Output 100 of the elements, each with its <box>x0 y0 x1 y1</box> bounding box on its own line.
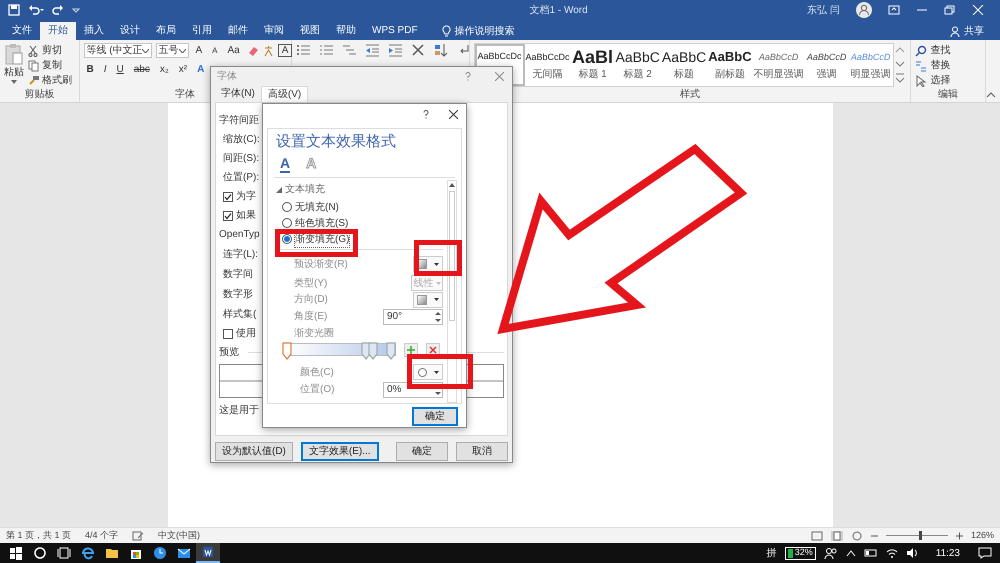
word-icon[interactable] <box>200 544 216 560</box>
checkbox-label[interactable]: 使用 <box>236 326 256 341</box>
ribbon-tab[interactable]: 审阅 <box>256 22 292 40</box>
style-item[interactable]: AaBbCcDc 无间隔 <box>524 44 571 86</box>
pane-tab[interactable]: A <box>280 155 290 173</box>
checkbox[interactable] <box>223 192 233 202</box>
caret-icon[interactable] <box>11 80 17 84</box>
lightbulb-icon[interactable] <box>442 24 451 38</box>
dialog-tab[interactable]: 高级(V) <box>260 86 308 102</box>
undo-icon[interactable] <box>28 4 44 16</box>
clipboard-icon[interactable] <box>5 43 23 65</box>
ribbon-tab[interactable]: 视图 <box>292 22 328 40</box>
clock-icon[interactable] <box>152 545 168 561</box>
format-button[interactable]: U <box>114 62 127 77</box>
ribbon-tab[interactable]: 引用 <box>184 22 220 40</box>
language-indicator[interactable]: 中文(中国) <box>158 528 200 542</box>
caret-icon[interactable] <box>142 48 148 52</box>
notification-icon[interactable] <box>978 547 992 559</box>
share-button[interactable]: 共享 <box>964 24 984 38</box>
eraser-icon[interactable] <box>246 44 259 56</box>
caret-icon[interactable] <box>178 48 186 52</box>
ribbon-tab[interactable]: 文件 <box>4 22 40 40</box>
style-item[interactable]: AaBbCcD 不明显强调 <box>752 44 805 86</box>
ok-button[interactable]: 确定 <box>412 407 458 426</box>
cursor-icon[interactable] <box>915 74 928 86</box>
numbering-icon[interactable] <box>318 43 334 57</box>
zoom-slider[interactable] <box>886 531 948 540</box>
input-method-indicator[interactable]: 拼 <box>766 546 777 560</box>
battery-indicator[interactable]: 32% <box>784 546 816 560</box>
read-mode-icon[interactable] <box>810 530 823 540</box>
search-icon[interactable] <box>32 545 48 561</box>
search-icon[interactable] <box>915 44 928 56</box>
scrollbar[interactable] <box>447 180 457 403</box>
format-button[interactable]: x₂ <box>156 62 172 77</box>
ribbon-tab[interactable]: WPS PDF <box>364 22 426 40</box>
radio-label[interactable]: 无填充(N) <box>295 200 339 214</box>
dialog-tab[interactable]: 字体(N) <box>215 86 261 102</box>
chevron-up-icon[interactable] <box>846 549 856 557</box>
volume-icon[interactable] <box>906 547 918 559</box>
radio-button[interactable] <box>282 234 292 244</box>
caret-icon[interactable] <box>434 262 439 266</box>
dialog-button[interactable]: 设为默认值(D) <box>215 442 293 461</box>
style-item[interactable]: AaBbCcD 强调 <box>804 44 849 86</box>
ribbon-tab[interactable]: 开始 <box>40 22 76 40</box>
help-icon[interactable] <box>423 110 429 118</box>
style-item[interactable]: AaBbC 标题 <box>660 44 708 86</box>
web-layout-icon[interactable] <box>850 530 863 540</box>
radio-label[interactable]: 纯色填充(S) <box>295 216 348 230</box>
ribbon-tab[interactable]: 设计 <box>112 22 148 40</box>
ribbon-tab[interactable]: 插入 <box>76 22 112 40</box>
word-count[interactable]: 4/4 个字 <box>85 528 118 542</box>
print-layout-icon[interactable] <box>830 530 843 540</box>
start-icon[interactable] <box>8 545 24 561</box>
clipboard-action[interactable]: 复制 <box>42 58 62 73</box>
change-case-button[interactable]: Aa <box>224 43 243 58</box>
task-view-icon[interactable] <box>56 545 72 561</box>
format-button[interactable]: abc <box>130 62 153 77</box>
proofing-icon[interactable] <box>132 530 144 540</box>
format-button[interactable]: x² <box>176 62 190 77</box>
checkbox[interactable] <box>223 210 233 220</box>
checkbox-label[interactable]: 为字 <box>236 189 256 204</box>
ribbon-tab[interactable]: 帮助 <box>328 22 364 40</box>
checkbox-label[interactable]: 如果 <box>236 208 256 223</box>
avatar-icon[interactable] <box>856 2 872 18</box>
tell-me-search[interactable]: 操作说明搜索 <box>454 24 515 38</box>
editing-action[interactable]: 选择 <box>930 73 950 88</box>
style-item[interactable]: AaBl 标题 1 <box>570 44 615 86</box>
radio-button[interactable] <box>282 218 292 228</box>
ribbon-tab[interactable]: 布局 <box>148 22 184 40</box>
close-icon[interactable] <box>449 110 458 118</box>
redo-icon[interactable] <box>52 4 64 16</box>
increase-indent-icon[interactable] <box>388 43 402 57</box>
add-stop-icon[interactable] <box>404 343 418 357</box>
spinner-arrows-icon[interactable] <box>434 310 442 324</box>
zoom-level[interactable]: 126% <box>970 528 994 542</box>
slider-thumb[interactable] <box>919 531 922 540</box>
gradient-stop[interactable] <box>282 342 292 360</box>
caret-icon[interactable] <box>434 370 438 374</box>
wifi-icon[interactable] <box>886 547 898 559</box>
style-item[interactable]: AaBbCcD 明显强调 <box>848 44 893 86</box>
radio-button[interactable] <box>282 202 292 212</box>
clipboard-action[interactable]: 剪切 <box>42 43 62 58</box>
gallery-more-icon[interactable] <box>894 71 906 85</box>
color-dropdown[interactable] <box>413 364 443 380</box>
checkbox[interactable] <box>223 328 233 338</box>
scroll-up-icon[interactable] <box>448 181 456 189</box>
style-item[interactable]: AaBbC 标题 2 <box>614 44 661 86</box>
ribbon-display-icon[interactable] <box>888 5 900 15</box>
section-heading[interactable]: 文本填充 <box>285 182 325 197</box>
style-item[interactable]: AaBbC 副标题 <box>707 44 753 86</box>
editing-action[interactable]: 查找 <box>930 43 950 58</box>
editing-action[interactable]: 替换 <box>930 58 950 73</box>
zoom-in-icon[interactable] <box>956 532 963 540</box>
replace-icon[interactable] <box>915 60 928 72</box>
restore-icon[interactable] <box>944 5 956 15</box>
text-effects-button[interactable]: A <box>194 62 208 77</box>
clipboard-action[interactable]: 格式刷 <box>42 73 72 88</box>
expand-triangle-icon[interactable] <box>276 186 282 192</box>
brush-icon[interactable] <box>28 74 39 86</box>
browser-icon[interactable] <box>80 545 96 561</box>
